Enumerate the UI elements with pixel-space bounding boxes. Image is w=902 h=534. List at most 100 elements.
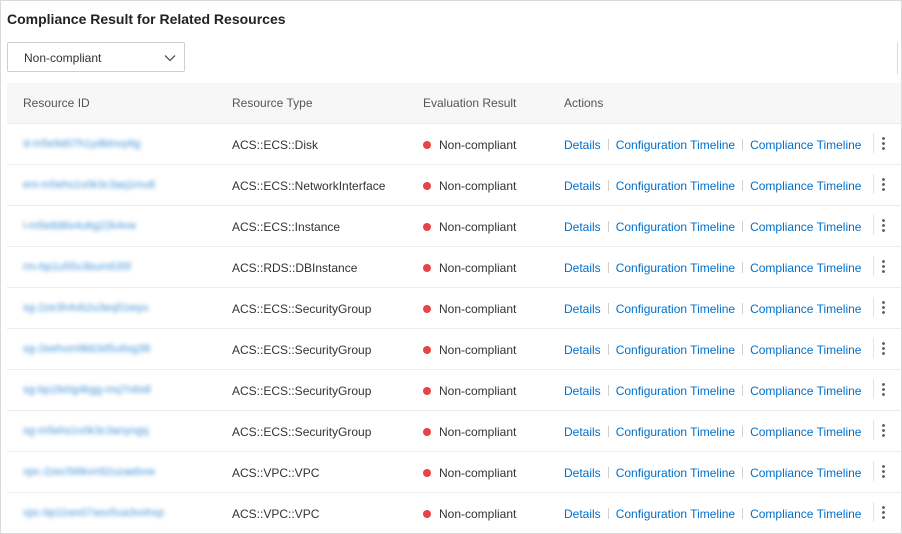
details-link[interactable]: Details: [564, 138, 601, 152]
more-actions-button[interactable]: [873, 502, 892, 522]
status-dot-icon: [423, 182, 431, 190]
horizontal-scroll-edge: [897, 42, 901, 74]
action-divider: [607, 426, 609, 437]
resources-table: Resource ID Resource Type Evaluation Res…: [7, 83, 901, 533]
action-divider: [607, 467, 609, 478]
action-divider: [607, 344, 609, 355]
more-vertical-icon: [881, 341, 885, 355]
resource-id-link[interactable]: d-m5e9d07h1ydktnvy6g: [23, 138, 140, 150]
more-actions-button[interactable]: [873, 215, 892, 235]
compliance-timeline-link[interactable]: Compliance Timeline: [750, 507, 861, 521]
table-row: d-m5e9d07h1ydktnvy6g ACS::ECS::Disk Non-…: [7, 124, 901, 165]
more-vertical-icon: [881, 136, 885, 150]
more-vertical-icon: [881, 177, 885, 191]
configuration-timeline-link[interactable]: Configuration Timeline: [616, 220, 735, 234]
details-link[interactable]: Details: [564, 466, 601, 480]
resource-id-link[interactable]: sg-bp1fe0g4kgg-mq7n6s8: [23, 384, 151, 396]
action-divider: [607, 508, 609, 519]
more-vertical-icon: [881, 300, 885, 314]
configuration-timeline-link[interactable]: Configuration Timeline: [616, 302, 735, 316]
compliance-timeline-link[interactable]: Compliance Timeline: [750, 220, 861, 234]
evaluation-result: Non-compliant: [423, 507, 516, 521]
status-dot-icon: [423, 305, 431, 313]
details-link[interactable]: Details: [564, 220, 601, 234]
configuration-timeline-link[interactable]: Configuration Timeline: [616, 425, 735, 439]
table-row: sg-bp1fe0g4kgg-mq7n6s8 ACS::ECS::Securit…: [7, 370, 901, 411]
action-divider: [742, 385, 744, 396]
evaluation-result: Non-compliant: [423, 343, 516, 357]
status-dot-icon: [423, 387, 431, 395]
action-divider: [742, 426, 744, 437]
panel-title: Compliance Result for Related Resources: [7, 11, 286, 27]
action-divider: [742, 508, 744, 519]
resource-id-link[interactable]: vpc-2zec5t6kvn92uzaebvw: [23, 466, 155, 478]
more-actions-button[interactable]: [873, 338, 892, 358]
column-resource-id: Resource ID: [23, 96, 90, 110]
resource-id-link[interactable]: sg-2ze3h4vb2u3eq51wyu: [23, 302, 148, 314]
details-link[interactable]: Details: [564, 261, 601, 275]
row-actions: Details Configuration Timeline Compliance …: [564, 425, 861, 439]
configuration-timeline-link[interactable]: Configuration Timeline: [616, 138, 735, 152]
column-evaluation-result: Evaluation Result: [423, 96, 517, 110]
filter-selected-value: Non-compliant: [24, 51, 102, 65]
configuration-timeline-link[interactable]: Configuration Timeline: [616, 343, 735, 357]
compliance-timeline-link[interactable]: Compliance Timeline: [750, 261, 861, 275]
resource-id-link[interactable]: vpc-bp11wx07asx5ua3vohxp: [23, 507, 164, 519]
evaluation-result: Non-compliant: [423, 466, 516, 480]
compliance-timeline-link[interactable]: Compliance Timeline: [750, 466, 861, 480]
more-actions-button[interactable]: [873, 420, 892, 440]
table-row: sg-2ze3h4vb2u3eq51wyu ACS::ECS::Security…: [7, 288, 901, 329]
more-actions-button[interactable]: [873, 379, 892, 399]
compliance-timeline-link[interactable]: Compliance Timeline: [750, 302, 861, 316]
compliance-timeline-link[interactable]: Compliance Timeline: [750, 138, 861, 152]
action-divider: [742, 303, 744, 314]
more-vertical-icon: [881, 259, 885, 273]
evaluation-result-label: Non-compliant: [439, 261, 517, 275]
resource-id-link[interactable]: sg-2eehum9kb3d5u6sg38: [23, 343, 150, 355]
status-dot-icon: [423, 510, 431, 518]
configuration-timeline-link[interactable]: Configuration Timeline: [616, 466, 735, 480]
configuration-timeline-link[interactable]: Configuration Timeline: [616, 384, 735, 398]
table-header: Resource ID Resource Type Evaluation Res…: [7, 83, 901, 124]
more-actions-button[interactable]: [873, 133, 892, 153]
resource-id-link[interactable]: rm-bp1u55x3bum635f: [23, 261, 131, 273]
table-row: vpc-bp11wx07asx5ua3vohxp ACS::VPC::VPC N…: [7, 493, 901, 533]
status-dot-icon: [423, 469, 431, 477]
more-actions-button[interactable]: [873, 174, 892, 194]
table-row: rm-bp1u55x3bum635f ACS::RDS::DBInstance …: [7, 247, 901, 288]
action-divider: [742, 180, 744, 191]
status-dot-icon: [423, 346, 431, 354]
details-link[interactable]: Details: [564, 507, 601, 521]
compliance-timeline-link[interactable]: Compliance Timeline: [750, 179, 861, 193]
compliance-timeline-link[interactable]: Compliance Timeline: [750, 343, 861, 357]
details-link[interactable]: Details: [564, 343, 601, 357]
details-link[interactable]: Details: [564, 179, 601, 193]
table-row: vpc-2zec5t6kvn92uzaebvw ACS::VPC::VPC No…: [7, 452, 901, 493]
resource-type: ACS::RDS::DBInstance: [232, 261, 358, 275]
action-divider: [607, 221, 609, 232]
compliance-timeline-link[interactable]: Compliance Timeline: [750, 384, 861, 398]
evaluation-result: Non-compliant: [423, 138, 516, 152]
more-actions-button[interactable]: [873, 256, 892, 276]
details-link[interactable]: Details: [564, 425, 601, 439]
action-divider: [742, 344, 744, 355]
row-actions: Details Configuration Timeline Compliance …: [564, 343, 861, 357]
row-actions: Details Configuration Timeline Compliance …: [564, 261, 861, 275]
more-actions-button[interactable]: [873, 297, 892, 317]
action-divider: [607, 385, 609, 396]
configuration-timeline-link[interactable]: Configuration Timeline: [616, 507, 735, 521]
action-divider: [742, 262, 744, 273]
resource-id-link[interactable]: i-m5e8d6s4u6g22k4vw: [23, 220, 136, 232]
details-link[interactable]: Details: [564, 302, 601, 316]
configuration-timeline-link[interactable]: Configuration Timeline: [616, 179, 735, 193]
resource-id-link[interactable]: eni-m5ehs1v0k3c3aq1mu8: [23, 179, 155, 191]
configuration-timeline-link[interactable]: Configuration Timeline: [616, 261, 735, 275]
resource-id-link[interactable]: sg-m5ehs1v0k3c3anyngq: [23, 425, 148, 437]
evaluation-result-label: Non-compliant: [439, 507, 517, 521]
compliance-filter-select[interactable]: Non-compliant: [7, 42, 185, 72]
evaluation-result: Non-compliant: [423, 261, 516, 275]
details-link[interactable]: Details: [564, 384, 601, 398]
more-actions-button[interactable]: [873, 461, 892, 481]
compliance-timeline-link[interactable]: Compliance Timeline: [750, 425, 861, 439]
more-vertical-icon: [881, 423, 885, 437]
